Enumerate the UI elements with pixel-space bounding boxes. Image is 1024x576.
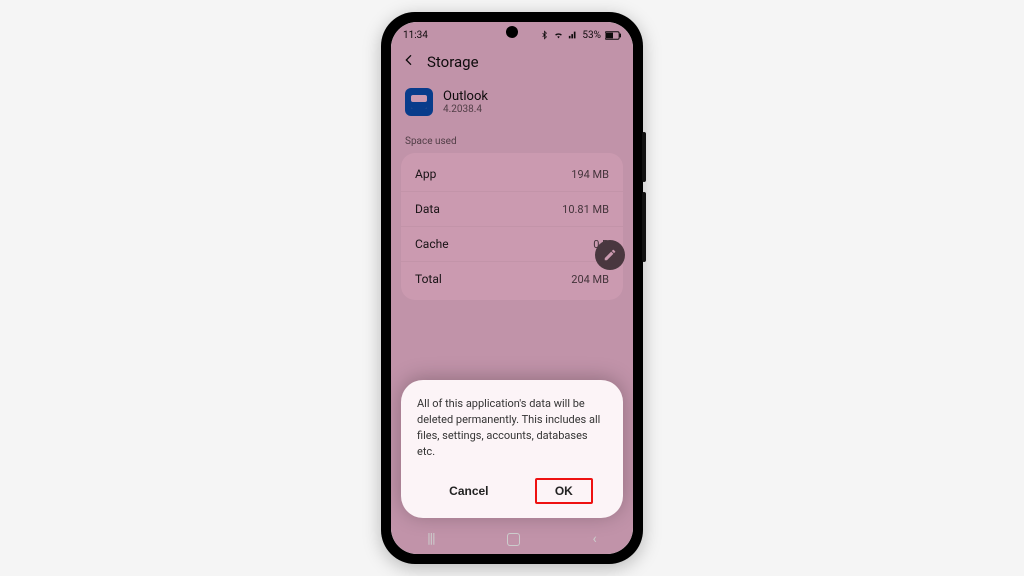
battery-percent: 53% xyxy=(582,30,601,41)
ok-button[interactable]: OK xyxy=(537,480,591,502)
back-icon[interactable] xyxy=(401,52,417,72)
nav-bar: ||| ‹ xyxy=(391,524,633,554)
row-app-value: 194 MB xyxy=(571,168,609,181)
bluetooth-icon xyxy=(540,30,549,40)
clear-data-dialog: All of this application's data will be d… xyxy=(401,380,623,518)
row-cache: Cache 0 B xyxy=(401,227,623,262)
row-total: Total 204 MB xyxy=(401,262,623,296)
row-data: Data 10.81 MB xyxy=(401,192,623,227)
cancel-button[interactable]: Cancel xyxy=(431,478,506,504)
row-app: App 194 MB xyxy=(401,157,623,192)
pencil-icon xyxy=(603,248,617,262)
row-data-label: Data xyxy=(415,202,440,216)
ok-highlight: OK xyxy=(535,478,593,504)
signal-icon xyxy=(568,30,578,40)
row-total-value: 204 MB xyxy=(571,273,609,286)
page-title: Storage xyxy=(427,53,479,71)
dialog-message: All of this application's data will be d… xyxy=(417,396,607,460)
front-camera xyxy=(506,26,518,38)
battery-icon xyxy=(605,31,621,40)
row-data-value: 10.81 MB xyxy=(562,203,609,216)
app-bar: Storage xyxy=(391,46,633,82)
recents-icon[interactable]: ||| xyxy=(427,531,434,547)
nav-back-icon[interactable]: ‹ xyxy=(593,531,597,547)
app-name: Outlook xyxy=(443,89,488,104)
row-total-label: Total xyxy=(415,272,442,286)
home-icon[interactable] xyxy=(507,533,520,546)
app-version: 4.2038.4 xyxy=(443,104,488,115)
wifi-icon xyxy=(553,30,564,40)
phone-frame: 11:34 53% xyxy=(381,12,643,564)
volume-button xyxy=(642,132,646,182)
storage-card: App 194 MB Data 10.81 MB Cache 0 B Total… xyxy=(401,153,623,300)
edit-fab[interactable] xyxy=(595,240,625,270)
power-button xyxy=(642,192,646,262)
row-app-label: App xyxy=(415,167,436,181)
status-time: 11:34 xyxy=(403,30,428,41)
outlook-icon xyxy=(405,88,433,116)
row-cache-label: Cache xyxy=(415,237,449,251)
app-header: Outlook 4.2038.4 xyxy=(391,82,633,130)
screen: 11:34 53% xyxy=(391,22,633,554)
section-space-used: Space used xyxy=(391,130,633,149)
